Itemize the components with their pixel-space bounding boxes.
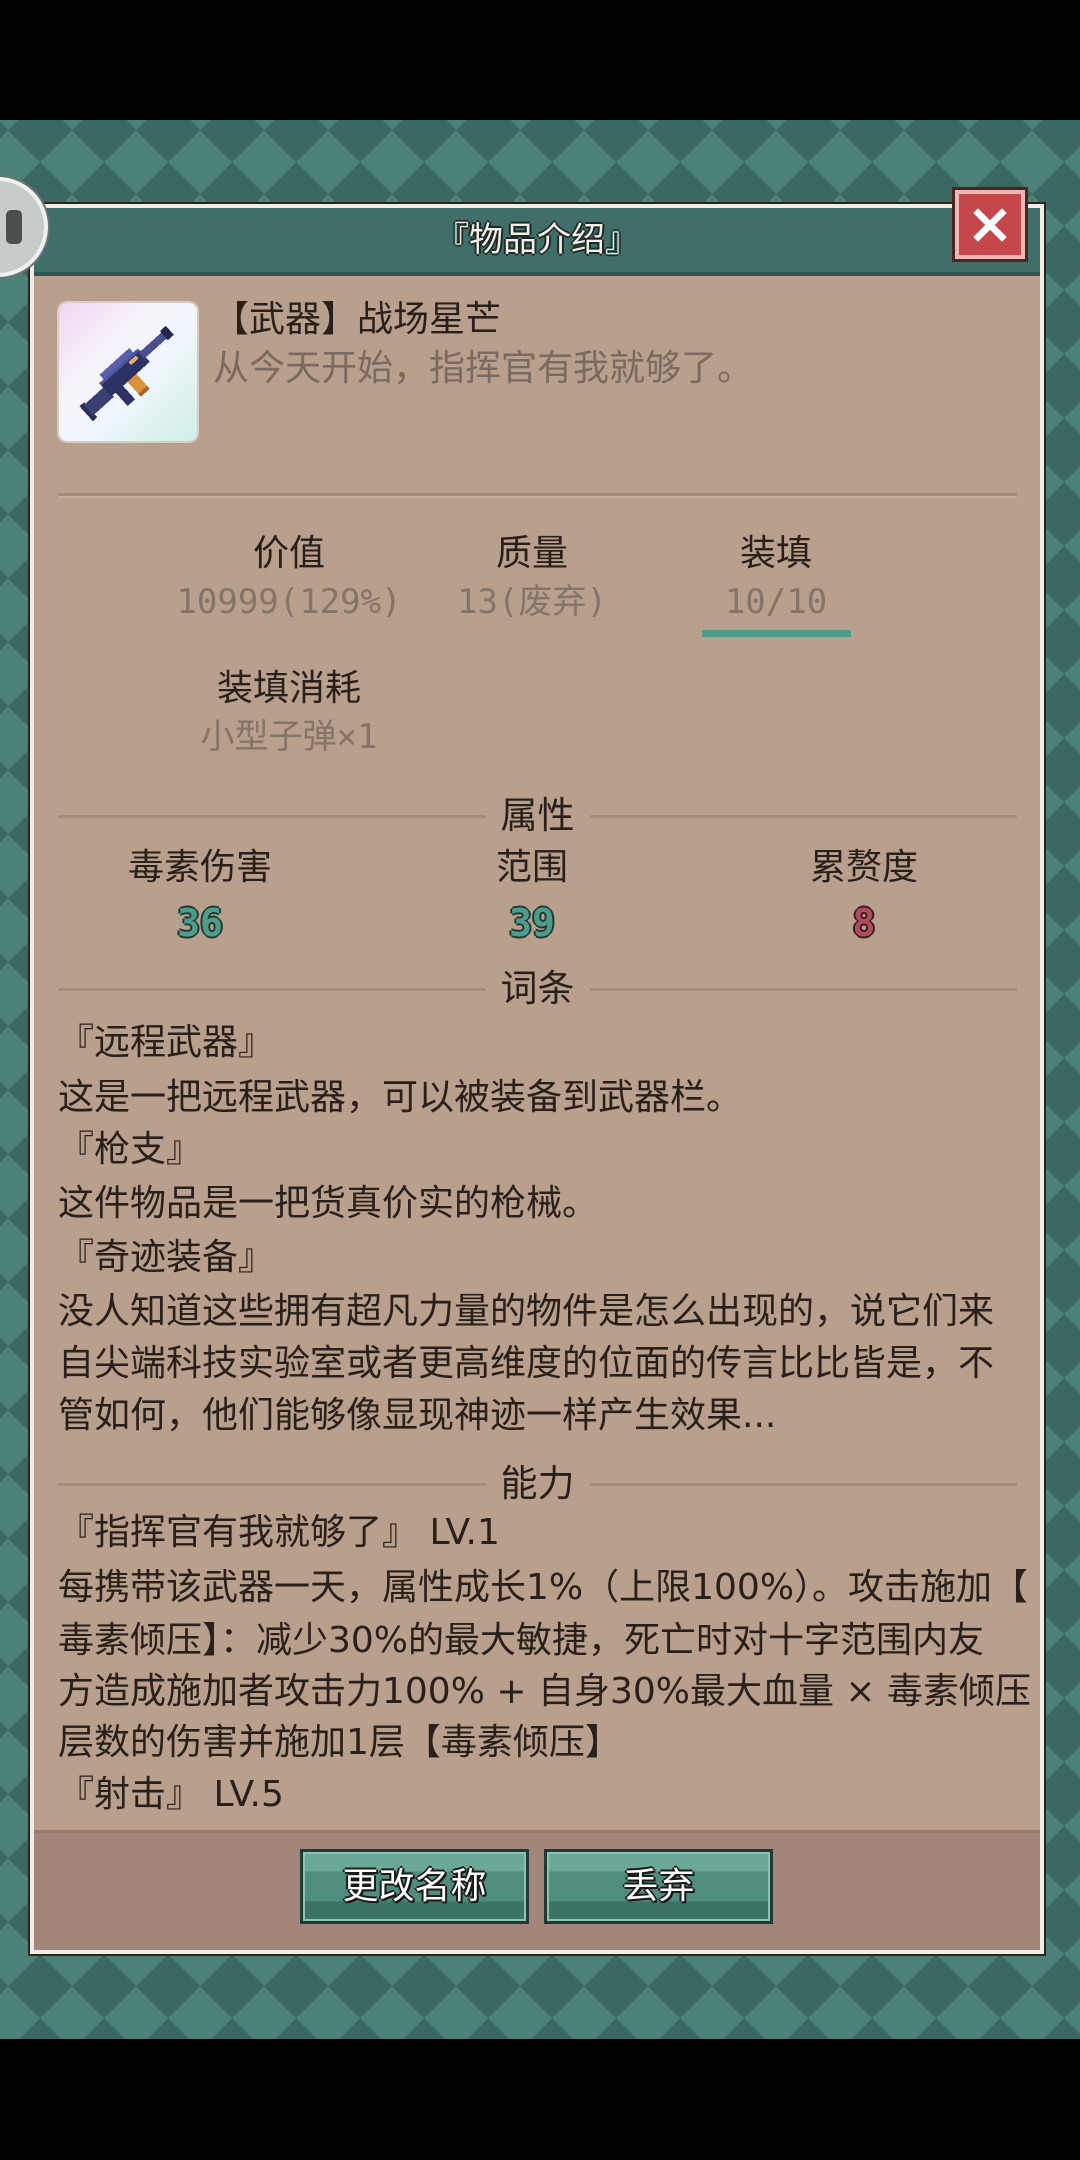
attribute-poison-damage: 毒素伤害 36 — [70, 848, 330, 948]
ability-description: 毒素倾压】：减少30%的最大敏捷，死亡时对十字范围内友 — [58, 1620, 985, 1661]
section-rule-right — [589, 814, 1017, 818]
stat-reload-cost-label: 装填消耗 — [216, 668, 361, 709]
section-rule-right — [589, 987, 1017, 991]
attribute-burden: 累赘度 8 — [734, 848, 994, 948]
entry-description: 这是一把远程武器，可以被装备到武器栏。 — [58, 1077, 743, 1118]
stat-reload-label: 装填 — [739, 533, 812, 574]
ability-name: 『射击』 LV.5 — [58, 1774, 284, 1815]
reload-bar — [702, 630, 851, 637]
close-icon — [973, 207, 1007, 242]
ability-description: 方造成施加者攻击力100% + 自身30%最大血量 × 毒素倾压 — [58, 1671, 1032, 1712]
dialog-title: 『物品介绍』 — [435, 220, 639, 260]
entry-description: 管如何，他们能够像显现神迹一样产生效果... — [58, 1395, 777, 1436]
dialog-header: 『物品介绍』 — [34, 208, 1040, 276]
section-rule-left — [58, 987, 486, 991]
stat-quality: 质量 13(废弃) — [412, 534, 652, 644]
attribute-value: 36 — [177, 901, 223, 945]
section-abilities-title: 能力 — [500, 1462, 575, 1505]
section-rule-left — [58, 1482, 486, 1486]
entry-description: 这件物品是一把货真价实的枪械。 — [58, 1183, 599, 1224]
stat-reload-number: 10/10 — [724, 582, 828, 622]
stat-value-label: 价值 — [252, 533, 325, 574]
stat-reload-cost-value: 小型子弹×1 — [200, 717, 378, 757]
stat-quality-number: 13(废弃) — [457, 582, 607, 622]
entry-description: 自尖端科技实验室或者更高维度的位面的传言比比皆是，不 — [58, 1343, 995, 1384]
ability-name: 『指挥官有我就够了』 LV.1 — [58, 1512, 500, 1553]
entry-name: 『远程武器』 — [58, 1022, 275, 1063]
section-entries-title: 词条 — [500, 967, 575, 1010]
attribute-label: 范围 — [495, 847, 568, 888]
section-attributes: 属性 — [58, 796, 1017, 836]
reload-bar-fill — [702, 630, 851, 637]
rifle-icon — [79, 325, 174, 422]
discard-button-label: 丢弃 — [622, 1865, 695, 1907]
section-attributes-title: 属性 — [500, 794, 575, 837]
item-name: 【武器】战场星芒 — [213, 299, 502, 340]
ability-description: 层数的伤害并施加1层【毒素倾压】 — [58, 1722, 621, 1763]
stat-value-number: 10999(129%) — [176, 582, 402, 622]
ability-description: 每携带该武器一天，属性成长1%（上限100%）。攻击施加【 — [58, 1567, 1029, 1608]
attribute-value: 8 — [852, 901, 876, 945]
stat-quality-label: 质量 — [495, 533, 568, 574]
discard-button[interactable]: 丢弃 — [544, 1849, 773, 1924]
side-handle-icon — [6, 210, 22, 244]
attribute-range: 范围 39 — [402, 848, 662, 948]
header-divider — [58, 493, 1017, 496]
stat-reload-cost: 装填消耗 小型子弹×1 — [169, 669, 409, 779]
item-detail-scroll-area[interactable]: 【武器】战场星芒 从今天开始，指挥官有我就够了。 价值 10999(129%) … — [34, 208, 1040, 1830]
item-info-dialog: 【武器】战场星芒 从今天开始，指挥官有我就够了。 价值 10999(129%) … — [30, 190, 1044, 1954]
rename-button[interactable]: 更改名称 — [300, 1849, 529, 1924]
bottom-letterbox — [0, 2039, 1080, 2160]
rename-button-label: 更改名称 — [342, 1865, 487, 1907]
section-abilities: 能力 — [58, 1464, 1017, 1504]
attribute-label: 毒素伤害 — [127, 847, 272, 888]
attribute-label: 累赘度 — [809, 847, 918, 888]
stat-value: 价值 10999(129%) — [169, 534, 409, 644]
top-letterbox — [0, 0, 1080, 120]
close-button[interactable] — [955, 190, 1025, 259]
section-entries: 词条 — [58, 969, 1017, 1009]
action-bar: 更改名称 丢弃 — [34, 1830, 1040, 1950]
attribute-value: 39 — [509, 901, 555, 945]
item-quote: 从今天开始，指挥官有我就够了。 — [213, 348, 754, 389]
entry-description: 没人知道这些拥有超凡力量的物件是怎么出现的，说它们来 — [58, 1291, 995, 1332]
item-icon-frame — [59, 303, 197, 441]
section-rule-right — [589, 1482, 1017, 1486]
section-rule-left — [58, 814, 486, 818]
entry-name: 『奇迹装备』 — [58, 1237, 275, 1278]
entry-name: 『枪支』 — [58, 1129, 203, 1170]
stat-reload: 装填 10/10 — [656, 534, 896, 644]
